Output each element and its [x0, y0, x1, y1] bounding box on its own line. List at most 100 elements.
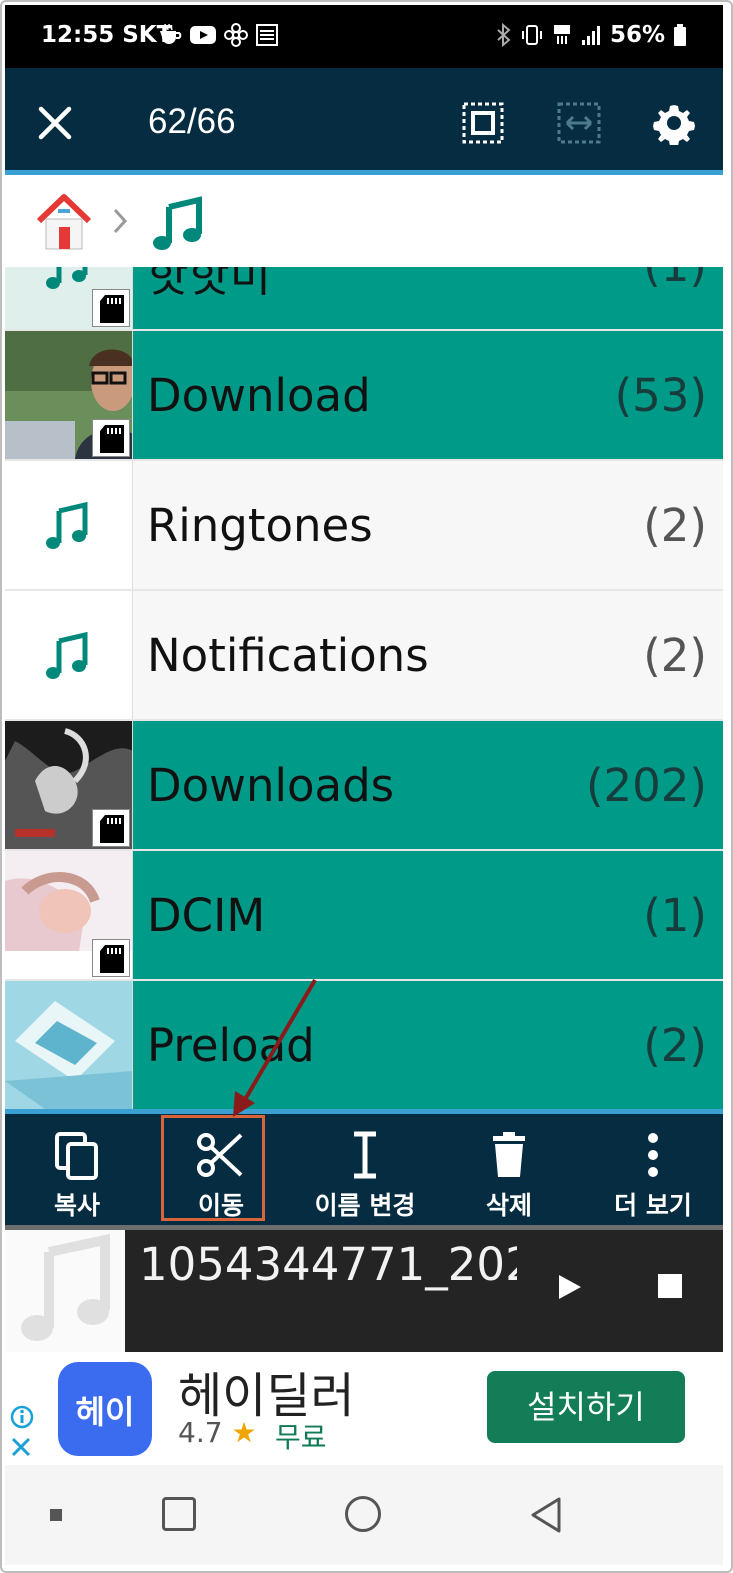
folder-row-body[interactable]: Ringtones (2) [133, 461, 723, 589]
play-icon[interactable] [557, 1273, 583, 1301]
status-bar: 12:55 SKT 56% [5, 5, 723, 68]
folder-row[interactable]: Notifications (2) [5, 591, 723, 721]
sd-card-icon [100, 295, 124, 323]
sd-card-icon [100, 945, 124, 973]
youtube-icon [190, 26, 216, 44]
info-icon[interactable] [9, 1404, 35, 1430]
folder-list[interactable]: 핫핫미(1)Download(53)Ringtones(2)Notificati… [5, 267, 723, 1109]
sd-card-icon [100, 425, 124, 453]
ad-app-icon-text: 헤이 [75, 1393, 135, 1431]
battery-percent: 56% [609, 22, 665, 48]
coffee-icon [160, 23, 182, 44]
music-note-icon [21, 1233, 110, 1341]
folder-row[interactable]: Ringtones (2) [5, 461, 723, 591]
fan-icon [224, 23, 248, 47]
ad-rating-value: 4.7 [178, 1416, 223, 1449]
recent-apps-button[interactable] [50, 1509, 62, 1521]
folder-thumbnail[interactable] [5, 591, 133, 719]
folder-row-body[interactable]: Preload (2) [133, 981, 723, 1109]
folder-count: (2) [643, 1019, 707, 1072]
select-range-icon[interactable] [556, 101, 602, 145]
music-note-icon [46, 501, 88, 549]
folder-thumbnail[interactable] [5, 851, 133, 979]
ad-install-button[interactable]: 설치하기 [487, 1371, 685, 1443]
chevron-right-icon [113, 208, 128, 234]
status-time: 12:55 SKT [41, 22, 173, 48]
sd-card-badge [92, 289, 130, 327]
album-art-photo [5, 981, 132, 1109]
more-vertical-icon [648, 1133, 658, 1177]
copy-label: 복사 [53, 1191, 100, 1220]
bluetooth-icon [497, 22, 511, 48]
folder-row-body[interactable]: Notifications (2) [133, 591, 723, 719]
folder-name: Downloads [147, 759, 395, 812]
ad-banner[interactable]: 헤이 헤이딜러 4.7 ★ 무료 설치하기 [5, 1352, 723, 1465]
folder-thumbnail[interactable] [5, 461, 133, 589]
delete-button[interactable]: 삭제 [437, 1114, 581, 1225]
back-icon[interactable] [529, 1495, 563, 1535]
sd-card-icon [100, 815, 124, 843]
folder-name: Preload [147, 1019, 315, 1072]
close-icon[interactable] [35, 103, 75, 143]
move-highlight-box [161, 1115, 265, 1221]
ad-app-icon[interactable]: 헤이 [58, 1362, 152, 1456]
star-icon: ★ [231, 1416, 257, 1449]
action-bar: 복사 이동 이름 변경 삭제 더 보기 [5, 1109, 723, 1225]
close-icon[interactable] [10, 1436, 32, 1458]
folder-count: (2) [643, 499, 707, 552]
ad-price: 무료 [275, 1421, 327, 1454]
track-title: 1054344771_2020 [139, 1238, 517, 1291]
folder-count: (202) [585, 759, 707, 812]
folder-count: (1) [643, 267, 707, 292]
more-button[interactable]: 더 보기 [581, 1114, 723, 1225]
folder-name: Notifications [147, 629, 429, 682]
folder-row-body[interactable]: DCIM (1) [133, 851, 723, 979]
folder-thumbnail[interactable] [5, 981, 133, 1109]
stop-icon[interactable] [658, 1274, 682, 1298]
folder-row-body[interactable]: Downloads (202) [133, 721, 723, 849]
home-icon[interactable] [33, 191, 95, 253]
vibrate-icon [521, 25, 542, 45]
more-label: 더 보기 [614, 1191, 692, 1220]
home-button[interactable] [345, 1496, 381, 1532]
music-note-icon[interactable] [151, 195, 203, 253]
gear-icon[interactable] [652, 101, 696, 145]
mini-player[interactable]: 1054344771_2020 [5, 1225, 723, 1352]
select-all-icon[interactable] [461, 101, 505, 145]
overview-button[interactable] [162, 1497, 196, 1531]
music-note-icon [46, 631, 88, 679]
folder-count: (1) [643, 889, 707, 942]
player-album-art [5, 1230, 125, 1352]
system-nav-bar [5, 1465, 723, 1565]
sd-card-badge [92, 809, 130, 847]
folder-row[interactable]: 핫핫미 (1) [5, 267, 723, 331]
status-right-icons: 56% [496, 22, 687, 48]
folder-row[interactable]: DCIM (1) [5, 851, 723, 981]
list-icon [256, 24, 278, 46]
text-cursor-icon [354, 1131, 376, 1179]
delete-label: 삭제 [485, 1191, 532, 1220]
copy-icon [55, 1132, 98, 1180]
folder-count: (53) [614, 369, 707, 422]
copy-button[interactable]: 복사 [5, 1114, 149, 1225]
folder-thumbnail[interactable] [5, 331, 133, 459]
folder-row[interactable]: Download (53) [5, 331, 723, 461]
folder-row-body[interactable]: Download (53) [133, 331, 723, 459]
ad-rating: 4.7 ★ [178, 1416, 257, 1449]
signal-icon [581, 26, 600, 45]
sd-card-badge [92, 939, 130, 977]
selection-count: 62/66 [148, 102, 236, 141]
folder-row[interactable]: Preload (2) [5, 981, 723, 1109]
folder-count: (2) [643, 629, 707, 682]
trash-icon [493, 1132, 525, 1177]
rename-button[interactable]: 이름 변경 [293, 1114, 437, 1225]
selection-toolbar: 62/66 [5, 68, 723, 175]
folder-row[interactable]: Downloads (202) [5, 721, 723, 851]
folder-name: DCIM [147, 889, 266, 942]
folder-row-body[interactable]: 핫핫미 (1) [133, 267, 723, 329]
folder-thumbnail[interactable] [5, 267, 133, 329]
battery-icon [674, 24, 686, 46]
folder-thumbnail[interactable] [5, 721, 133, 849]
sd-card-badge [92, 419, 130, 457]
breadcrumb [5, 175, 723, 267]
